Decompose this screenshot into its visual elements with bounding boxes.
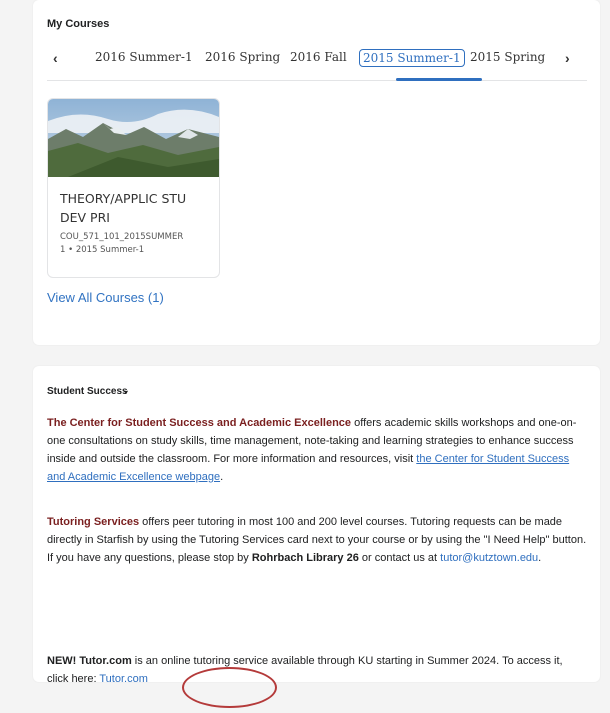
course-tile[interactable]: THEORY/APPLIC STU DEV PRI COU_571_101_20… <box>47 98 220 278</box>
tutor-com-link[interactable]: Tutor.com <box>99 673 148 685</box>
tutor-email-link[interactable]: tutor@kutztown.edu <box>440 552 538 564</box>
student-success-widget: Student Success ⌄ The Center for Student… <box>33 366 600 708</box>
view-all-courses-link[interactable]: View All Courses (1) <box>47 290 164 305</box>
success-center-paragraph: The Center for Student Success and Acade… <box>47 414 587 486</box>
course-code: COU_571_101_2015SUMMER 1 • 2015 Summer-1 <box>60 231 218 257</box>
chevron-left-icon[interactable]: ‹ <box>53 50 58 66</box>
my-courses-title: My Courses <box>47 18 110 30</box>
my-courses-widget: My Courses ‹ 2016 Summer-1 2016 Spring 2… <box>33 0 600 345</box>
tutoring-paragraph: Tutoring Services offers peer tutoring i… <box>47 513 587 567</box>
course-image <box>48 99 219 177</box>
chevron-down-icon[interactable]: ⌄ <box>122 385 130 396</box>
tab-2015-summer-1[interactable]: 2015 Summer-1 <box>359 49 465 67</box>
course-code-line: COU_571_101_2015SUMMER <box>60 232 184 242</box>
student-success-title: Student Success <box>47 386 128 397</box>
course-term-line: 1 • 2015 Summer-1 <box>60 245 145 255</box>
period: . <box>220 471 224 483</box>
library-location: Rohrbach Library 26 <box>251 552 359 564</box>
tab-2016-spring[interactable]: 2016 Spring <box>205 50 280 64</box>
period: . <box>538 552 542 564</box>
course-name[interactable]: THEORY/APPLIC STU DEV PRI <box>60 189 215 227</box>
success-center-name: The Center for Student Success and Acade… <box>47 417 352 429</box>
tab-2016-summer-1[interactable]: 2016 Summer-1 <box>95 50 193 64</box>
tutor-com-paragraph: NEW! Tutor.com is an online tutoring ser… <box>47 652 587 688</box>
tab-2016-fall[interactable]: 2016 Fall <box>290 50 347 64</box>
tab-2015-spring[interactable]: 2015 Spring <box>470 50 545 64</box>
chevron-right-icon[interactable]: › <box>565 50 570 66</box>
semester-tabs: ‹ 2016 Summer-1 2016 Spring 2016 Fall 20… <box>47 44 587 81</box>
tutor-com-announcement: NEW! Tutor.com <box>47 655 132 667</box>
active-tab-indicator <box>396 78 482 81</box>
annotation-circle <box>182 667 277 708</box>
tutoring-contact-text: or contact us at <box>358 552 441 564</box>
tutoring-services-name: Tutoring Services <box>47 516 140 528</box>
